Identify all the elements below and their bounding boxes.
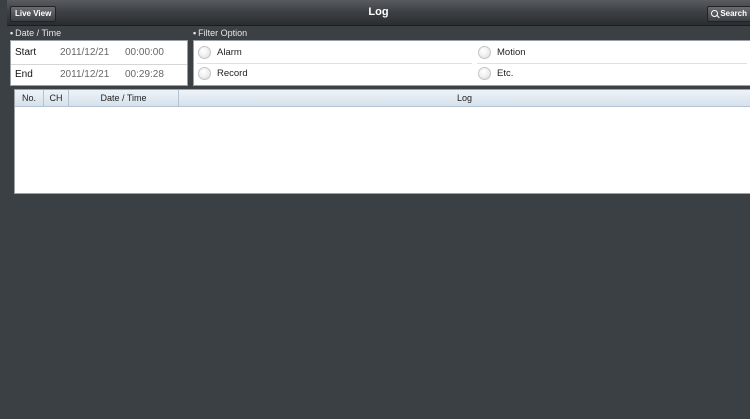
alarm-label: Alarm [217, 47, 242, 58]
filter-motion[interactable]: Motion [477, 43, 747, 64]
column-header-log: Log [456, 93, 473, 103]
record-radio[interactable] [198, 67, 211, 80]
start-date[interactable]: 2011/12/21 [60, 42, 109, 64]
motion-label: Motion [497, 47, 526, 58]
date-time-label-text: Date / Time [15, 28, 62, 38]
start-row[interactable]: Start 2011/12/21 00:00:00 [11, 42, 187, 65]
page-title: Log [368, 6, 389, 18]
end-label: End [15, 69, 33, 80]
column-header-ch: CH [44, 90, 69, 106]
date-time-section-label: • Date / Time [10, 28, 62, 38]
filter-section-label: • Filter Option [193, 28, 248, 38]
filter-alarm[interactable]: Alarm [197, 43, 472, 64]
column-header-no: No. [15, 90, 44, 106]
filter-etc[interactable]: Etc. [477, 64, 747, 84]
search-button-label: Search [720, 9, 747, 18]
end-time[interactable]: 00:29:28 [125, 64, 164, 86]
record-label: Record [217, 68, 248, 79]
log-table-header: No. CH Date / Time Log [15, 90, 750, 107]
filter-record[interactable]: Record [197, 64, 472, 84]
end-row[interactable]: End 2011/12/21 00:29:28 [11, 64, 187, 86]
filter-label-text: Filter Option [198, 28, 248, 38]
etc-label: Etc. [497, 68, 514, 79]
start-time[interactable]: 00:00:00 [125, 42, 164, 64]
end-date[interactable]: 2011/12/21 [60, 64, 109, 86]
motion-radio[interactable] [478, 46, 491, 59]
start-label: Start [15, 47, 37, 58]
date-time-panel: Start 2011/12/21 00:00:00 End 2011/12/21… [10, 40, 188, 86]
column-header-date-time: Date / Time [69, 90, 179, 106]
log-screen: Live View Log Search • Date / Time • Filte… [7, 0, 750, 419]
filter-option-panel: Alarm Record Motion Etc. [193, 40, 750, 86]
alarm-radio[interactable] [198, 46, 211, 59]
search-icon [711, 10, 719, 17]
search-button[interactable]: Search [707, 6, 750, 22]
title-bar: Live View Log Search [7, 0, 750, 26]
etc-radio[interactable] [478, 67, 491, 80]
log-table[interactable]: No. CH Date / Time Log [14, 89, 750, 194]
